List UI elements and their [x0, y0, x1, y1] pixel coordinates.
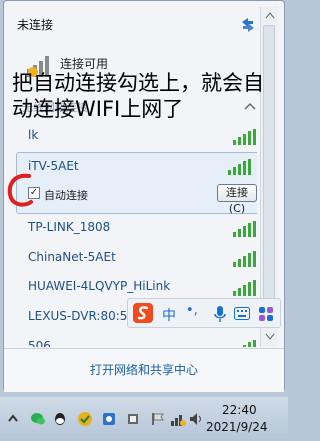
signal-bars-icon — [233, 280, 256, 296]
signal-bars-icon — [233, 251, 256, 267]
apps-grid-icon[interactable] — [258, 306, 274, 322]
connect-button[interactable]: 连接(C) — [217, 184, 257, 215]
open-network-center-link[interactable]: 打开网络和共享中心 — [4, 361, 284, 378]
network-name: iTV-5AEt — [28, 159, 79, 173]
clock-time[interactable]: 22:40 — [222, 403, 257, 417]
signal-bars-icon — [233, 129, 256, 145]
flag-icon[interactable] — [150, 411, 166, 427]
status-title: 未连接 — [17, 18, 54, 32]
network-name: lk — [28, 128, 39, 142]
network-row-chinanet[interactable]: ChinaNet-5AEt — [16, 244, 257, 274]
network-tray-icon[interactable] — [170, 411, 186, 427]
signal-bars-icon — [228, 159, 251, 175]
network-flyout: 未连接 连接可用 无线网络连接 lk iTV-5AEt ✓ 自动连接 连接(C) — [3, 0, 285, 392]
device-tray-icon[interactable] — [125, 411, 141, 427]
app-tray-icon[interactable] — [101, 411, 117, 427]
scroll-up-icon[interactable] — [265, 11, 275, 19]
red-annotation-mark — [7, 173, 33, 207]
network-row-506[interactable]: 506 — [16, 333, 257, 347]
network-name: ChinaNet-5AEt — [28, 250, 116, 264]
ime-punct-label[interactable]: •, — [186, 303, 198, 318]
tray-arrow-icon[interactable] — [5, 411, 21, 427]
qq-icon[interactable] — [52, 411, 68, 427]
network-row-tplink[interactable]: TP-LINK_1808 — [16, 214, 257, 244]
auto-connect-label: 自动连接 — [44, 189, 88, 202]
signal-bars-icon — [243, 340, 256, 347]
keyboard-icon[interactable] — [234, 307, 250, 320]
footer: 打开网络和共享中心 — [4, 348, 284, 392]
clock-date[interactable]: 2021/9/24 — [206, 420, 268, 434]
network-row-lk[interactable]: lk — [16, 122, 257, 152]
network-name: TP-LINK_1808 — [28, 220, 111, 234]
network-name: HUAWEI-4LQVYP_HiLink — [28, 279, 171, 293]
security-shield-icon[interactable] — [77, 411, 93, 427]
microphone-icon[interactable] — [214, 305, 226, 323]
wechat-icon[interactable] — [30, 411, 46, 427]
volume-icon[interactable] — [188, 411, 204, 427]
sogou-ime-icon[interactable] — [132, 302, 154, 324]
network-list-area: 未连接 连接可用 无线网络连接 lk iTV-5AEt ✓ 自动连接 连接(C) — [10, 7, 257, 347]
annotation-caption: 把自动连接勾选上，就会自动连接WIFI上网了 — [12, 71, 264, 121]
taskbar: 22:40 2021/9/24 — [0, 397, 288, 441]
refresh-icon[interactable] — [239, 16, 257, 34]
scroll-down-icon[interactable] — [265, 333, 275, 341]
ime-toolbar[interactable]: 中 •, — [127, 298, 281, 328]
signal-bars-icon — [233, 221, 256, 237]
network-row-itv-expanded[interactable]: iTV-5AEt ✓ 自动连接 连接(C) — [16, 152, 257, 215]
ime-mode-label[interactable]: 中 — [162, 305, 176, 325]
network-name: 506 — [28, 339, 51, 347]
